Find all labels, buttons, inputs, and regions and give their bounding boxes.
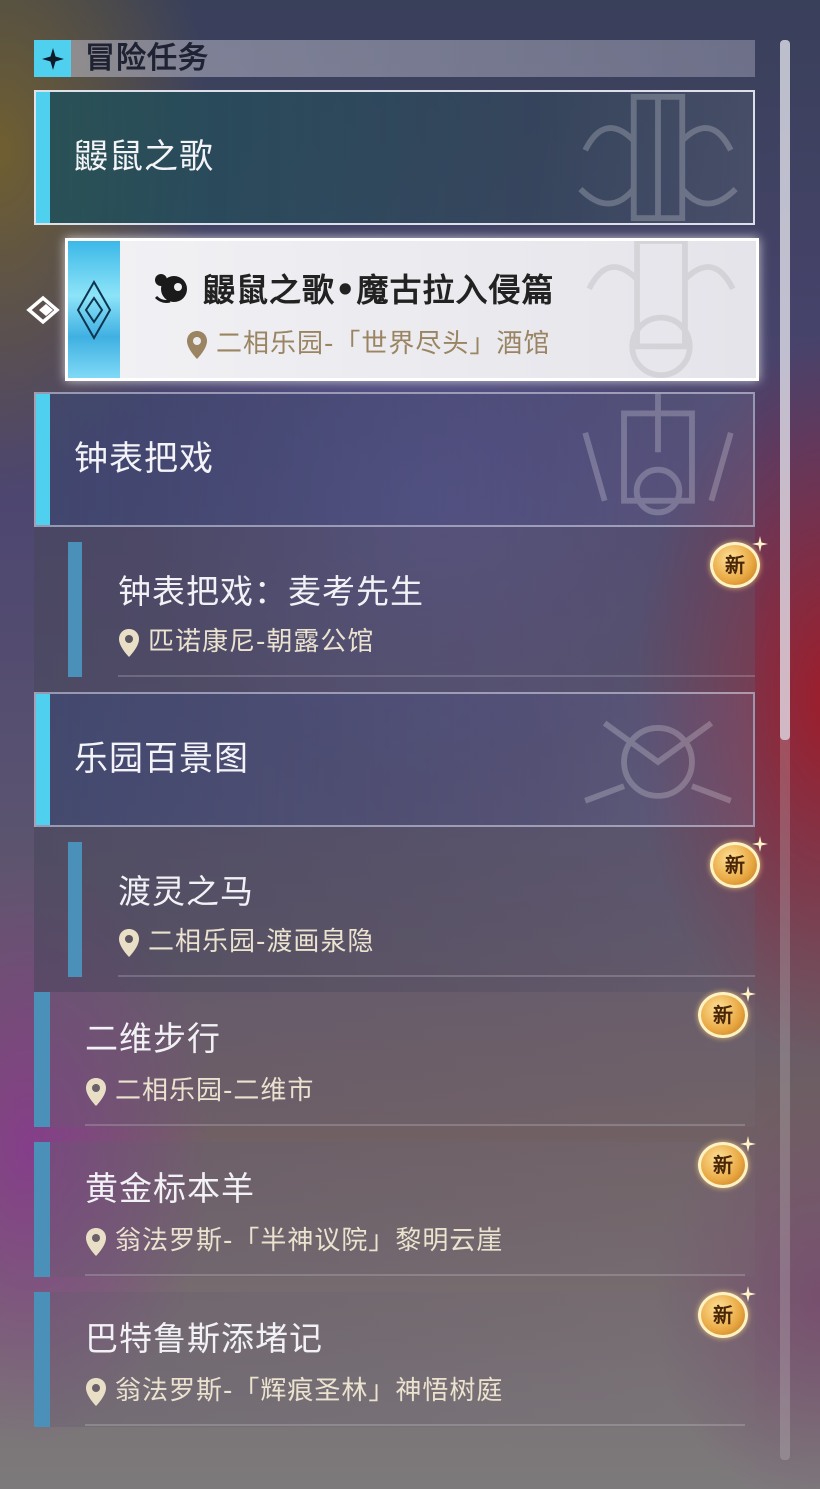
category-accent-bar (36, 394, 50, 525)
quest-title: 黄金标本羊 (85, 1169, 255, 1208)
sub-quest-bar (68, 542, 82, 677)
location-pin-icon (119, 628, 139, 657)
new-badge-icon: 新 (706, 836, 768, 892)
sub-quest-row[interactable]: 钟表把戏：麦考先生 匹诺康尼-朝露公馆 新 (34, 527, 768, 692)
location-pin-icon (86, 1377, 106, 1406)
quest-location: 翁法罗斯-「辉痕圣林」神悟树庭 (85, 1370, 503, 1407)
location-pin-icon (86, 1077, 106, 1106)
divider (85, 1124, 745, 1126)
selected-quest-location-text: 二相乐园-「世界尽头」酒馆 (216, 329, 551, 359)
new-badge-icon: 新 (706, 536, 768, 592)
new-badge-icon: 新 (694, 1286, 756, 1342)
new-badge-icon: 新 (694, 1136, 756, 1192)
quest-location-text: 翁法罗斯-「半神议院」黎明云崖 (115, 1226, 504, 1256)
quest-row[interactable]: 巴特鲁斯添堵记 翁法罗斯-「辉痕圣林」神悟树庭 新 (34, 1286, 756, 1427)
category-accent-bar (36, 694, 50, 825)
category-accent-bar (36, 92, 50, 223)
double-chevron-pointer-icon (26, 295, 60, 325)
mole-quest-icon (154, 274, 187, 303)
location-pin-icon (86, 1227, 106, 1256)
quest-location-text: 二相乐园-二维市 (115, 1076, 315, 1106)
quest-row[interactable]: 黄金标本羊 翁法罗斯-「半神议院」黎明云崖 新 (34, 1136, 756, 1277)
adventure-quest-panel: 冒险任务 鼹鼠之歌 鼹鼠之歌•魔古拉入侵篇 二相乐园-「世界尽头」酒馆 钟表把戏… (0, 0, 820, 1489)
sub-quest-row[interactable]: 渡灵之马 二相乐园-渡画泉隐 新 (34, 827, 768, 992)
sub-quest-bar (68, 842, 82, 977)
category-emblem-icon (578, 93, 738, 222)
sub-quest-title: 钟表把戏：麦考先生 (118, 572, 424, 611)
selected-quest-card[interactable]: 鼹鼠之歌•魔古拉入侵篇 二相乐园-「世界尽头」酒馆 (65, 238, 759, 381)
category-emblem-icon (582, 394, 734, 516)
category-title: 钟表把戏 (74, 439, 214, 479)
quest-bar (34, 1142, 50, 1277)
quest-location-text: 翁法罗斯-「辉痕圣林」神悟树庭 (115, 1376, 504, 1406)
sub-quest-location-text: 二相乐园-渡画泉隐 (148, 927, 375, 957)
sub-quest-location: 二相乐园-渡画泉隐 (118, 921, 374, 958)
quest-location: 翁法罗斯-「半神议院」黎明云崖 (85, 1220, 503, 1257)
category-emblem-icon (584, 720, 732, 804)
card-emblem-icon (586, 241, 736, 378)
section-header: 冒险任务 (34, 40, 755, 77)
sub-quest-location-text: 匹诺康尼-朝露公馆 (148, 627, 375, 657)
new-badge-icon: 新 (694, 986, 756, 1042)
divider (118, 675, 755, 677)
section-title: 冒险任务 (85, 41, 209, 76)
scrollbar-thumb[interactable] (780, 40, 790, 740)
category-title: 乐园百景图 (74, 739, 249, 779)
quest-bar (34, 1292, 50, 1427)
quest-title: 巴特鲁斯添堵记 (85, 1319, 323, 1358)
category-title: 鼹鼠之歌 (74, 137, 214, 177)
location-pin-icon (119, 928, 139, 957)
category-clockwork-prank[interactable]: 钟表把戏 (34, 392, 755, 527)
quest-row[interactable]: 二维步行 二相乐园-二维市 新 (34, 986, 756, 1127)
quest-title: 二维步行 (85, 1019, 221, 1058)
four-point-star-icon (34, 40, 71, 77)
quest-location: 二相乐园-二维市 (85, 1070, 314, 1107)
quest-crystal-icon (68, 241, 120, 378)
divider (85, 1274, 745, 1276)
location-pin-icon (187, 330, 207, 359)
selected-quest-title: 鼹鼠之歌•魔古拉入侵篇 (203, 271, 555, 309)
selected-quest-location: 二相乐园-「世界尽头」酒馆 (186, 323, 550, 360)
divider (118, 975, 755, 977)
sub-quest-title: 渡灵之马 (118, 872, 254, 911)
category-paradise-panorama[interactable]: 乐园百景图 (34, 692, 755, 827)
quest-bar (34, 992, 50, 1127)
sub-quest-location: 匹诺康尼-朝露公馆 (118, 621, 374, 658)
category-mole-song[interactable]: 鼹鼠之歌 (34, 90, 755, 225)
divider (85, 1424, 745, 1426)
